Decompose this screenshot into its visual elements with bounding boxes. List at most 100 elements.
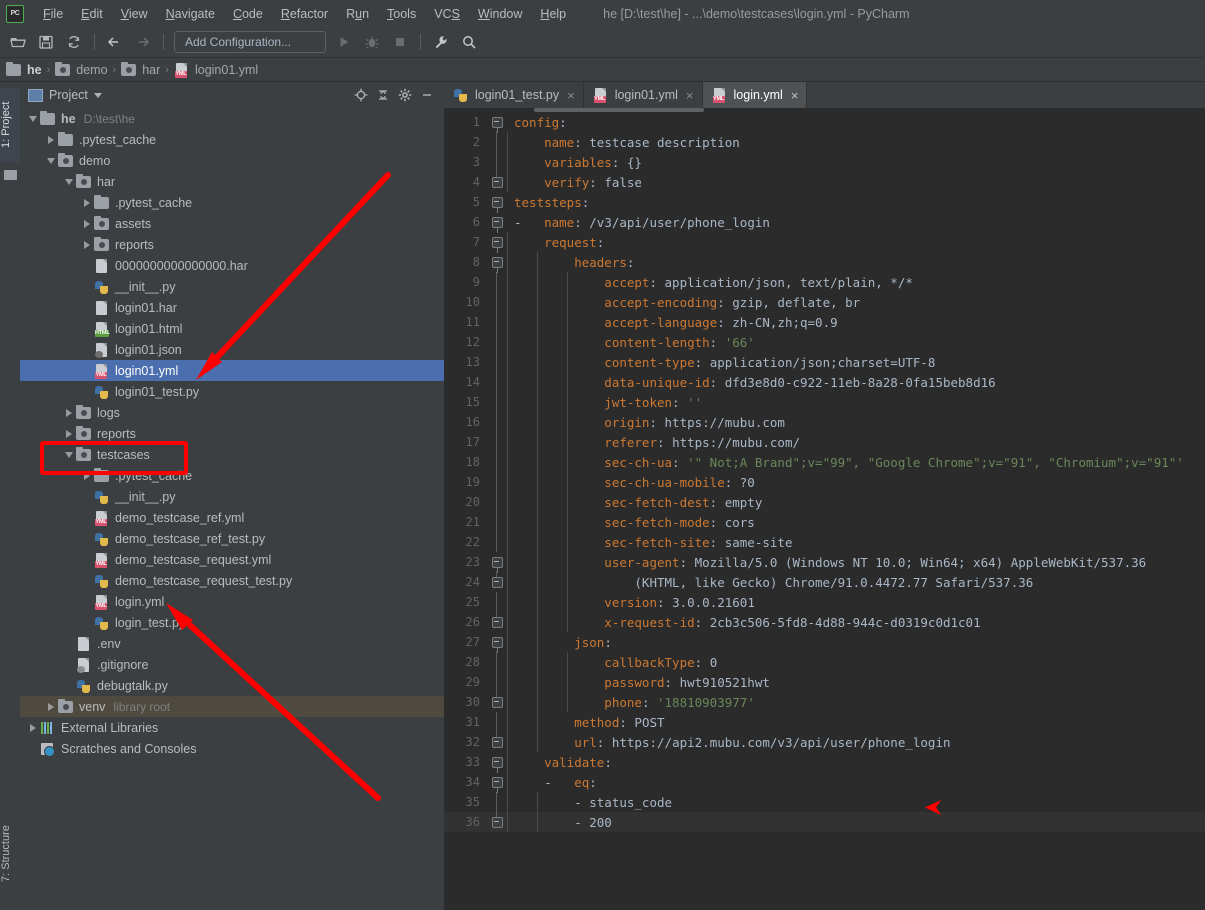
- fold-gutter[interactable]: [488, 312, 508, 332]
- fold-marker-icon[interactable]: [492, 237, 503, 253]
- fold-gutter[interactable]: [488, 292, 508, 312]
- tree-item-demo-testcase-request-yml[interactable]: YML demo_testcase_request.yml: [20, 549, 444, 570]
- tool-window-button-project[interactable]: 1: Project: [0, 88, 20, 162]
- tree-item-login01-test-py[interactable]: login01_test.py: [20, 381, 444, 402]
- sync-icon[interactable]: [62, 30, 86, 54]
- menu-file[interactable]: File: [34, 4, 72, 24]
- search-icon[interactable]: [457, 30, 481, 54]
- breadcrumb-item-har[interactable]: har: [121, 61, 160, 78]
- fold-gutter[interactable]: [488, 352, 508, 372]
- tree-item-reports[interactable]: reports: [20, 234, 444, 255]
- fold-gutter[interactable]: [488, 172, 508, 192]
- chevron-right-icon[interactable]: [44, 133, 58, 147]
- tree-item-login-test-py[interactable]: login_test.py: [20, 612, 444, 633]
- close-icon[interactable]: ×: [791, 89, 799, 102]
- tree-item-0000000000000000-har[interactable]: 0000000000000000.har: [20, 255, 444, 276]
- tree-item--init-py[interactable]: __init__.py: [20, 486, 444, 507]
- fold-marker-icon[interactable]: [492, 817, 503, 828]
- breadcrumb-item-demo[interactable]: demo: [55, 61, 108, 78]
- fold-gutter[interactable]: [488, 372, 508, 392]
- tree-item--env[interactable]: .env: [20, 633, 444, 654]
- open-folder-icon[interactable]: [6, 30, 30, 54]
- tree-item-har[interactable]: har: [20, 171, 444, 192]
- fold-gutter[interactable]: [488, 232, 508, 253]
- fold-marker-icon[interactable]: [492, 257, 503, 273]
- fold-gutter[interactable]: [488, 612, 508, 632]
- tree-item-login01-yml[interactable]: YML login01.yml: [20, 360, 444, 381]
- back-arrow-icon[interactable]: [103, 30, 127, 54]
- tree-item--pytest-cache[interactable]: .pytest_cache: [20, 129, 444, 150]
- fold-gutter[interactable]: [488, 252, 508, 273]
- fold-gutter[interactable]: [488, 432, 508, 452]
- tool-window-button-structure[interactable]: 7: Structure: [0, 808, 20, 900]
- menu-help[interactable]: Help: [531, 4, 575, 24]
- fold-marker-icon[interactable]: [492, 697, 503, 708]
- fold-gutter[interactable]: [488, 112, 508, 133]
- tree-item-scratches-and-consoles[interactable]: Scratches and Consoles: [20, 738, 444, 759]
- fold-marker-icon[interactable]: [492, 197, 503, 213]
- chevron-right-icon[interactable]: [62, 406, 76, 420]
- menu-code[interactable]: Code: [224, 4, 272, 24]
- fold-gutter[interactable]: [488, 412, 508, 432]
- fold-gutter[interactable]: [488, 492, 508, 512]
- chevron-right-icon[interactable]: [62, 427, 76, 441]
- menu-refactor[interactable]: Refactor: [272, 4, 337, 24]
- tree-item-testcases[interactable]: testcases: [20, 444, 444, 465]
- tree-item-logs[interactable]: logs: [20, 402, 444, 423]
- tree-item-demo-testcase-request-test-py[interactable]: demo_testcase_request_test.py: [20, 570, 444, 591]
- chevron-down-icon[interactable]: [62, 175, 76, 189]
- fold-gutter[interactable]: [488, 532, 508, 552]
- fold-gutter[interactable]: [488, 152, 508, 172]
- fold-gutter[interactable]: [488, 592, 508, 612]
- run-configuration-selector[interactable]: Add Configuration...: [174, 31, 326, 53]
- fold-gutter[interactable]: [488, 752, 508, 773]
- tree-item-login01-json[interactable]: login01.json: [20, 339, 444, 360]
- chevron-right-icon[interactable]: [80, 469, 94, 483]
- menu-navigate[interactable]: Navigate: [157, 4, 224, 24]
- chevron-down-icon[interactable]: [44, 154, 58, 168]
- close-icon[interactable]: ×: [567, 89, 575, 102]
- fold-gutter[interactable]: [488, 192, 508, 213]
- chevron-right-icon[interactable]: [80, 238, 94, 252]
- fold-marker-icon[interactable]: [492, 117, 503, 133]
- fold-gutter[interactable]: [488, 572, 508, 592]
- fold-gutter[interactable]: [488, 712, 508, 732]
- fold-gutter[interactable]: [488, 132, 508, 152]
- fold-gutter[interactable]: [488, 672, 508, 692]
- menu-edit[interactable]: Edit: [72, 4, 112, 24]
- tree-item-external-libraries[interactable]: External Libraries: [20, 717, 444, 738]
- fold-marker-icon[interactable]: [492, 757, 503, 773]
- fold-gutter[interactable]: [488, 732, 508, 752]
- menu-view[interactable]: View: [112, 4, 157, 24]
- menu-vcs[interactable]: VCS: [425, 4, 469, 24]
- tree-item-reports[interactable]: reports: [20, 423, 444, 444]
- fold-gutter[interactable]: [488, 272, 508, 292]
- fold-marker-icon[interactable]: [492, 577, 503, 588]
- tree-item-login01-har[interactable]: login01.har: [20, 297, 444, 318]
- fold-marker-icon[interactable]: [492, 557, 503, 573]
- wrench-icon[interactable]: [429, 30, 453, 54]
- breadcrumb-item-he[interactable]: he: [6, 61, 42, 78]
- tree-item-login01-html[interactable]: HTML login01.html: [20, 318, 444, 339]
- close-icon[interactable]: ×: [686, 89, 694, 102]
- fold-gutter[interactable]: [488, 212, 508, 233]
- fold-gutter[interactable]: [488, 632, 508, 653]
- tree-item-demo-testcase-ref-test-py[interactable]: demo_testcase_ref_test.py: [20, 528, 444, 549]
- tree-item-login-yml[interactable]: YML login.yml: [20, 591, 444, 612]
- save-icon[interactable]: [34, 30, 58, 54]
- chevron-down-icon[interactable]: [62, 448, 76, 462]
- chevron-down-icon[interactable]: [26, 112, 40, 126]
- fold-gutter[interactable]: [488, 772, 508, 793]
- fold-marker-icon[interactable]: [492, 177, 503, 188]
- chevron-right-icon[interactable]: [80, 217, 94, 231]
- fold-gutter[interactable]: [488, 332, 508, 352]
- locate-icon[interactable]: [350, 84, 372, 106]
- chevron-right-icon[interactable]: [26, 721, 40, 735]
- fold-gutter[interactable]: [488, 552, 508, 573]
- fold-marker-icon[interactable]: [492, 777, 503, 793]
- chevron-down-icon[interactable]: [93, 92, 102, 98]
- project-file-tree[interactable]: he D:\test\he .pytest_cache demo har .pytest_…: [20, 108, 444, 910]
- code-editor[interactable]: 1 config: 2 name: testcase description 3 va…: [444, 108, 1205, 910]
- tree-item--pytest-cache[interactable]: .pytest_cache: [20, 192, 444, 213]
- tree-item--gitignore[interactable]: .gitignore: [20, 654, 444, 675]
